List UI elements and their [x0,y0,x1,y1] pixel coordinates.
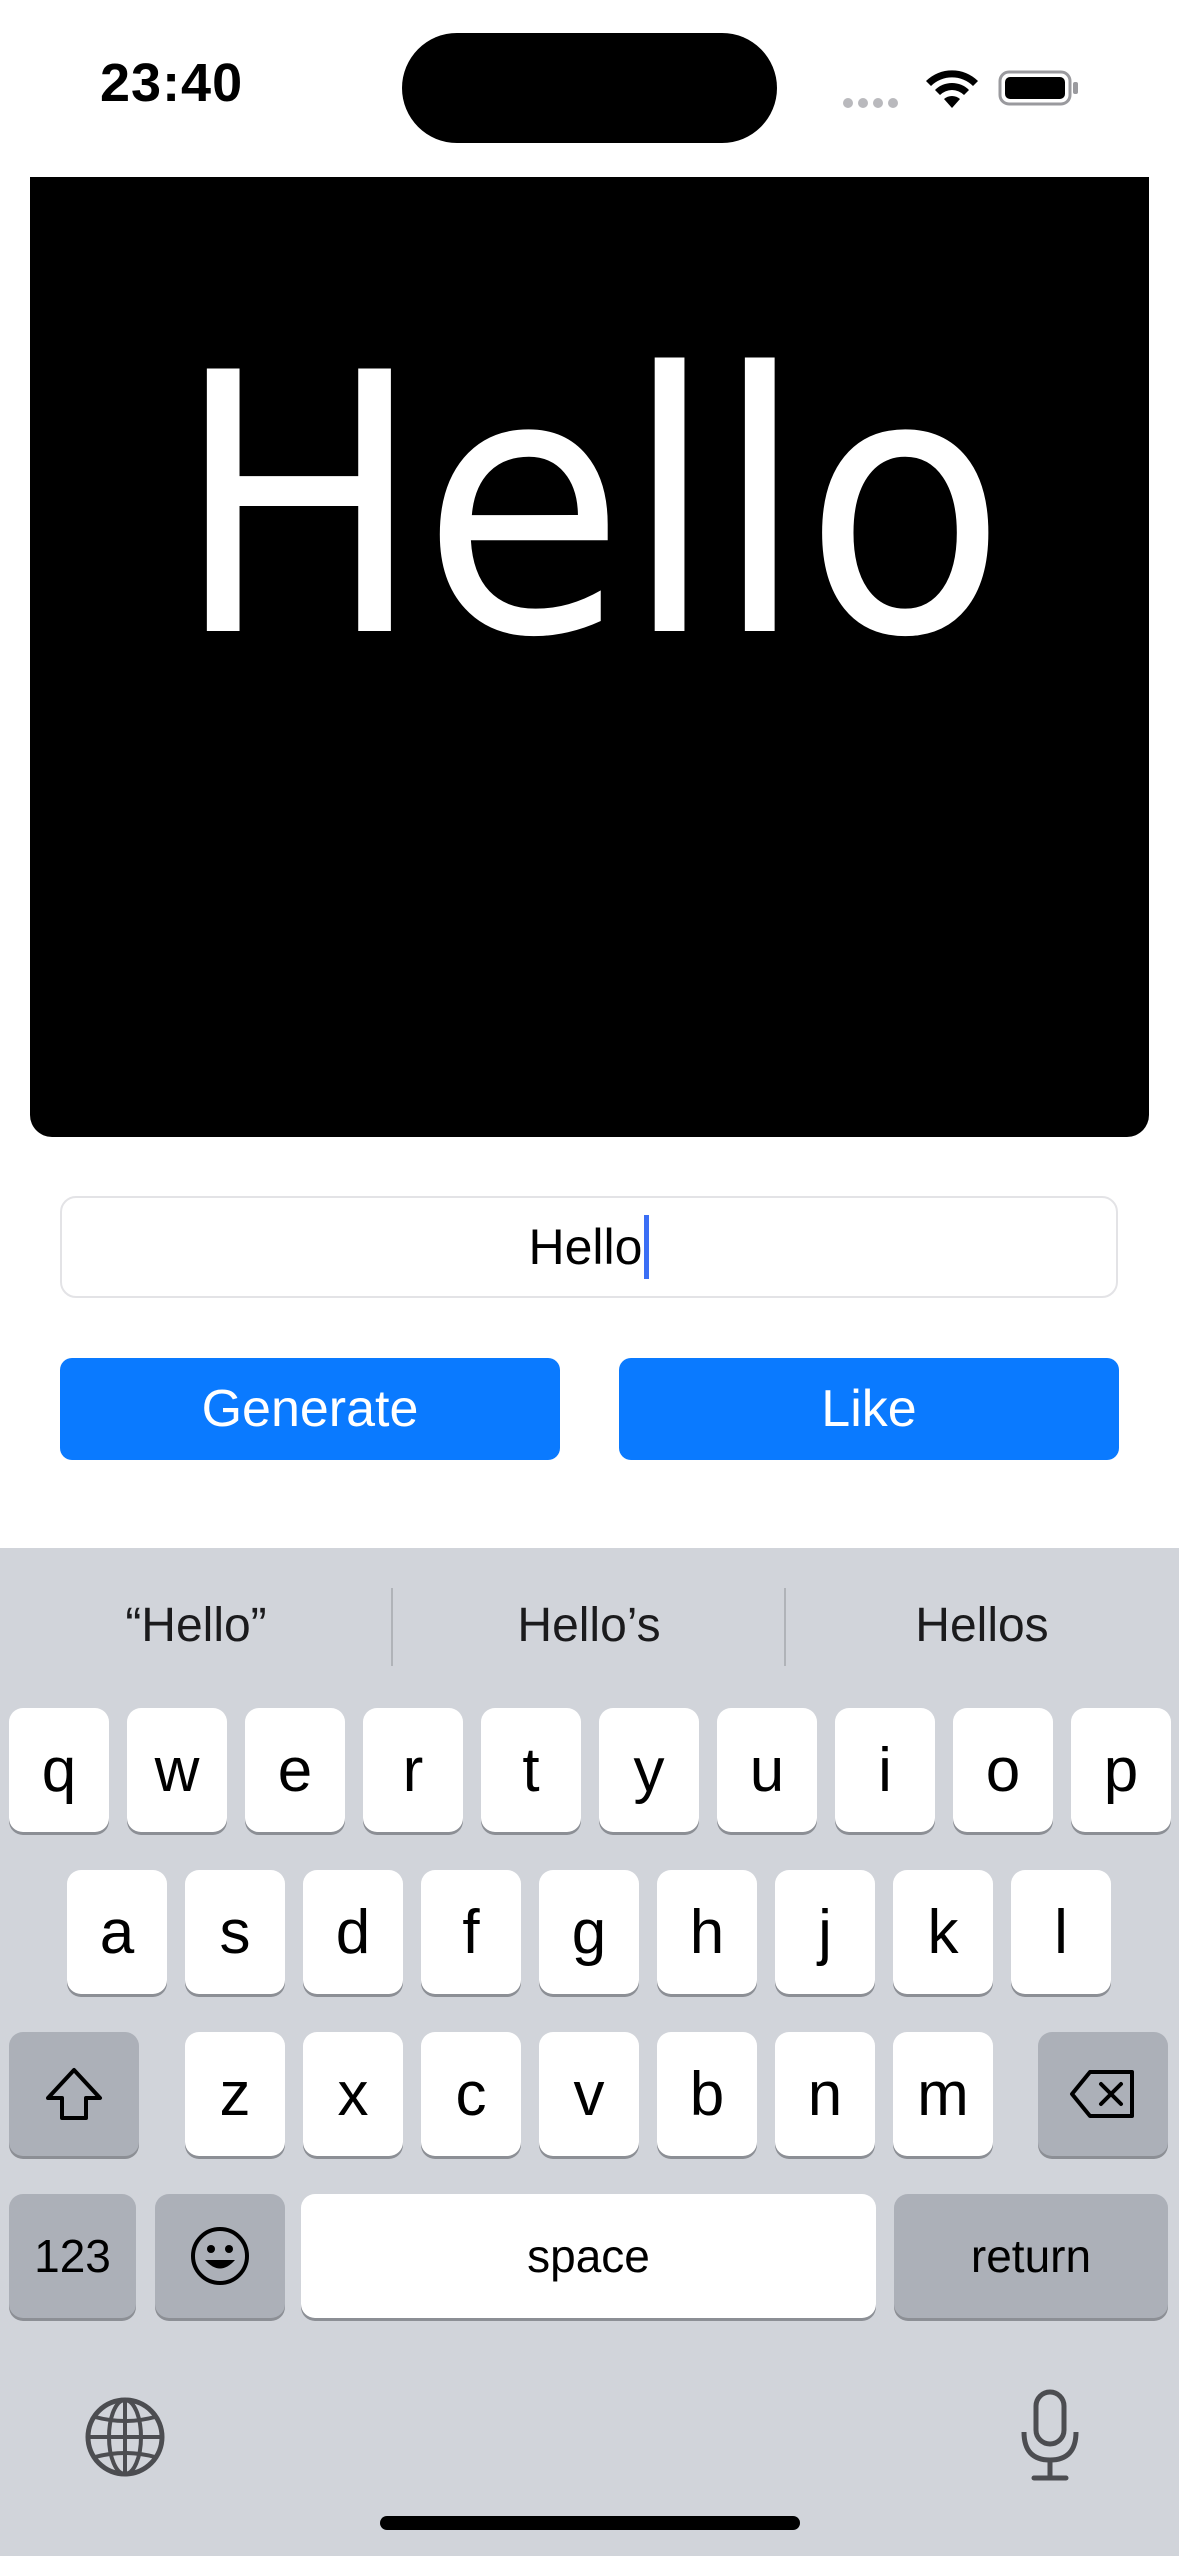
key-o[interactable]: o [953,1708,1053,1832]
key-g[interactable]: g [539,1870,639,1994]
globe-icon[interactable] [83,2395,167,2479]
key-l[interactable]: l [1011,1870,1111,1994]
suggestion-2[interactable]: Hello’s [393,1548,785,1703]
key-n[interactable]: n [775,2032,875,2156]
like-button[interactable]: Like [619,1358,1119,1460]
text-input[interactable]: Hello [60,1196,1118,1298]
key-f[interactable]: f [421,1870,521,1994]
text-cursor [644,1215,650,1279]
key-s[interactable]: s [185,1870,285,1994]
delete-icon [1070,2070,1134,2118]
key-u[interactable]: u [717,1708,817,1832]
numbers-key[interactable]: 123 [9,2194,136,2318]
key-y[interactable]: y [599,1708,699,1832]
key-z[interactable]: z [185,2032,285,2156]
keyboard: “Hello” Hello’s Hellos qwertyuiop asdfghj… [0,1548,1179,2556]
generated-image-preview: Hello [30,177,1149,1137]
text-input-value: Hello [528,1219,643,1275]
key-t[interactable]: t [481,1708,581,1832]
preview-text: Hello [174,297,1006,716]
key-r[interactable]: r [363,1708,463,1832]
key-a[interactable]: a [67,1870,167,1994]
key-e[interactable]: e [245,1708,345,1832]
shift-key[interactable] [9,2032,139,2156]
key-h[interactable]: h [657,1870,757,1994]
wifi-icon [926,70,978,108]
suggestion-1[interactable]: “Hello” [0,1548,392,1703]
space-key[interactable]: space [301,2194,876,2318]
emoji-icon [191,2227,249,2285]
key-v[interactable]: v [539,2032,639,2156]
cellular-signal-icon [843,95,907,108]
key-p[interactable]: p [1071,1708,1171,1832]
key-i[interactable]: i [835,1708,935,1832]
delete-key[interactable] [1038,2032,1168,2156]
home-indicator [380,2516,800,2530]
shift-icon [46,2068,102,2120]
return-key[interactable]: return [894,2194,1168,2318]
key-j[interactable]: j [775,1870,875,1994]
battery-icon [998,70,1078,106]
generate-button[interactable]: Generate [60,1358,560,1460]
status-time: 23:40 [100,53,244,113]
microphone-icon[interactable] [1018,2388,1082,2484]
key-x[interactable]: x [303,2032,403,2156]
suggestion-3[interactable]: Hellos [786,1548,1178,1703]
key-b[interactable]: b [657,2032,757,2156]
key-w[interactable]: w [127,1708,227,1832]
key-d[interactable]: d [303,1870,403,1994]
key-c[interactable]: c [421,2032,521,2156]
emoji-key[interactable] [155,2194,285,2318]
key-k[interactable]: k [893,1870,993,1994]
dynamic-island [402,33,777,143]
key-m[interactable]: m [893,2032,993,2156]
key-q[interactable]: q [9,1708,109,1832]
